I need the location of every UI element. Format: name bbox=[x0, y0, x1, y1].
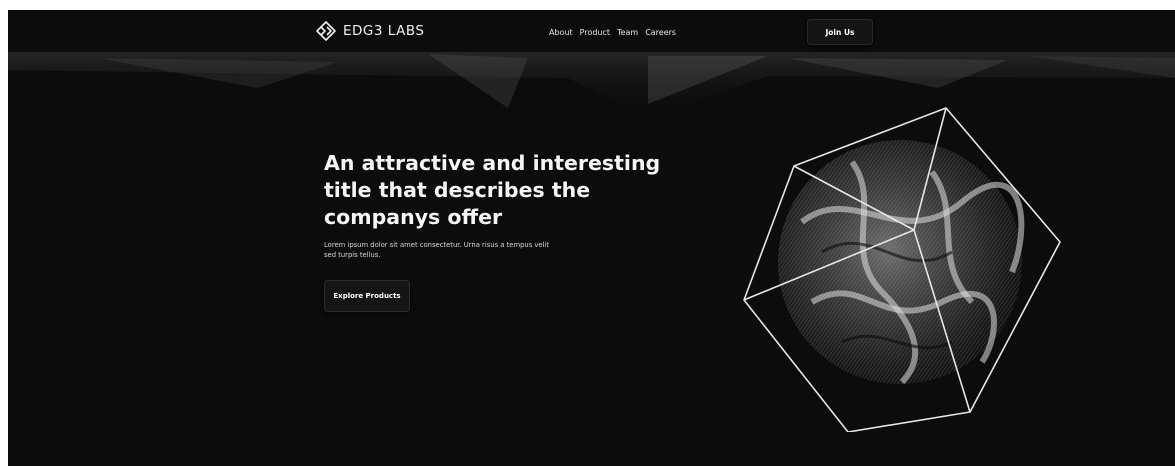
nav-link-product[interactable]: Product bbox=[580, 28, 610, 37]
nav-link-team[interactable]: Team bbox=[617, 28, 638, 37]
landing-page: EDG3 LABS About Product Team Careers Joi… bbox=[8, 10, 1175, 466]
nav-links: About Product Team Careers bbox=[549, 28, 676, 37]
nav-link-about[interactable]: About bbox=[549, 28, 573, 37]
wireframe-cube-particle-sphere-icon bbox=[743, 107, 1061, 432]
brand-logo[interactable]: EDG3 LABS bbox=[313, 19, 424, 43]
join-us-button[interactable]: Join Us bbox=[807, 19, 873, 45]
hero-title: An attractive and interesting title that… bbox=[324, 151, 661, 229]
top-navigation: EDG3 LABS About Product Team Careers Joi… bbox=[8, 10, 1175, 56]
nav-link-careers[interactable]: Careers bbox=[645, 28, 676, 37]
explore-products-button[interactable]: Explore Products bbox=[324, 280, 410, 312]
brand-name: EDG3 LABS bbox=[343, 23, 425, 39]
diamond-arrows-logo-icon bbox=[313, 20, 339, 42]
hero-subtitle: Lorem ipsum dolor sit amet consectetur. … bbox=[324, 241, 550, 259]
